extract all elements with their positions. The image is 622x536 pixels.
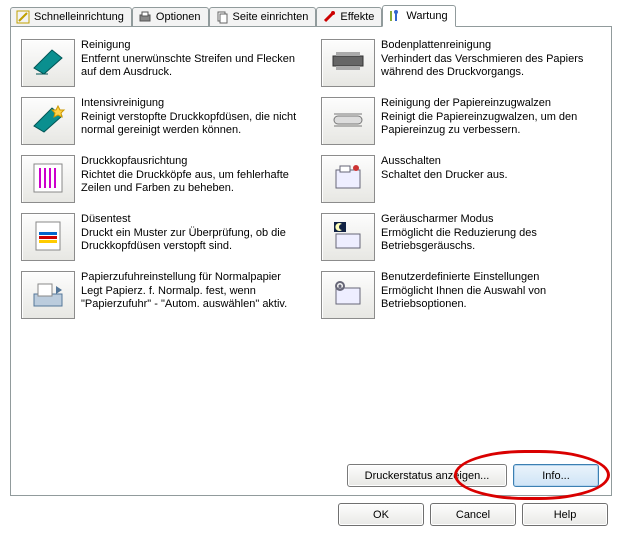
entry-title: Papierzufuhreinstellung für Normalpapier [81, 271, 301, 284]
entry-nozzle-check: Düsentest Druckt ein Muster zur Überprüf… [21, 213, 301, 261]
entry-text: Bodenplattenreinigung Verhindert das Ver… [381, 39, 601, 87]
printer-gear-icon [328, 276, 368, 315]
tab-options[interactable]: Optionen [132, 7, 209, 27]
entry-desc: Entfernt unerwünschte Streifen und Fleck… [81, 53, 301, 79]
dialog-footer: OK Cancel Help [338, 503, 608, 526]
printer-icon [138, 10, 152, 24]
roller-cleaning-button[interactable] [321, 97, 375, 145]
left-column: Reinigung Entfernt unerwünschte Streifen… [21, 39, 301, 319]
entry-title: Reinigung der Papiereinzugwalzen [381, 97, 601, 110]
entry-text: Druckkopfausrichtung Richtet die Druckkö… [81, 155, 301, 203]
cancel-button[interactable]: Cancel [430, 503, 516, 526]
info-button[interactable]: Info... [513, 464, 599, 487]
entry-desc: Schaltet den Drucker aus. [381, 169, 508, 182]
entry-title: Benutzerdefinierte Einstellungen [381, 271, 601, 284]
panel-button-row: Druckerstatus anzeigen... Info... [347, 464, 599, 487]
tab-label: Seite einrichten [233, 11, 309, 23]
tab-quick-setup[interactable]: Schnelleinrichtung [10, 7, 132, 27]
entry-roller-cleaning: Reinigung der Papiereinzugwalzen Reinigt… [321, 97, 601, 145]
deep-cleaning-button[interactable] [21, 97, 75, 145]
squeegee-shine-icon [28, 102, 68, 141]
nozzle-check-button[interactable] [21, 213, 75, 261]
entry-title: Bodenplattenreinigung [381, 39, 601, 52]
entry-text: Papierzufuhreinstellung für Normalpapier… [81, 271, 301, 319]
entry-desc: Legt Papierz. f. Normalp. fest, wenn "Pa… [81, 285, 301, 311]
entry-quiet-mode: Geräuscharmer Modus Ermöglicht die Reduz… [321, 213, 601, 261]
entry-title: Düsentest [81, 213, 301, 226]
entry-cleaning: Reinigung Entfernt unerwünschte Streifen… [21, 39, 301, 87]
test-page-icon [28, 218, 68, 257]
entry-title: Geräuscharmer Modus [381, 213, 601, 226]
tab-maintenance[interactable]: Wartung [382, 5, 455, 27]
tab-label: Schnelleinrichtung [34, 11, 124, 23]
pages-icon [215, 10, 229, 24]
tab-label: Wartung [406, 10, 447, 22]
tab-label: Effekte [340, 11, 374, 23]
power-off-button[interactable] [321, 155, 375, 203]
right-column: Bodenplattenreinigung Verhindert das Ver… [321, 39, 601, 319]
entry-text: Düsentest Druckt ein Muster zur Überprüf… [81, 213, 301, 261]
tab-label: Optionen [156, 11, 201, 23]
entry-deep-cleaning: Intensivreinigung Reinigt verstopfte Dru… [21, 97, 301, 145]
entry-custom-settings: Benutzerdefinierte Einstellungen Ermögli… [321, 271, 601, 319]
entry-text: Geräuscharmer Modus Ermöglicht die Reduz… [381, 213, 601, 261]
entry-title: Reinigung [81, 39, 301, 52]
alignment-bars-icon [28, 160, 68, 199]
bottom-plate-button[interactable] [321, 39, 375, 87]
entry-head-alignment: Druckkopfausrichtung Richtet die Druckkö… [21, 155, 301, 203]
entry-desc: Ermöglicht Ihnen die Auswahl von Betrieb… [381, 285, 601, 311]
night-printer-icon [328, 218, 368, 257]
entry-text: Reinigung Entfernt unerwünschte Streifen… [81, 39, 301, 87]
help-button[interactable]: Help [522, 503, 608, 526]
entry-text: Reinigung der Papiereinzugwalzen Reinigt… [381, 97, 601, 145]
squeegee-icon [28, 44, 68, 83]
platen-icon [328, 44, 368, 83]
printer-off-icon [328, 160, 368, 199]
wand-icon [16, 10, 30, 24]
brush-icon [322, 10, 336, 24]
roller-icon [328, 102, 368, 141]
entry-text: Benutzerdefinierte Einstellungen Ermögli… [381, 271, 601, 319]
entry-desc: Richtet die Druckköpfe aus, um fehlerhaf… [81, 169, 301, 195]
entry-desc: Reinigt verstopfte Druckkopfdüsen, die n… [81, 111, 301, 137]
entry-power-off: Ausschalten Schaltet den Drucker aus. [321, 155, 601, 203]
entry-text: Ausschalten Schaltet den Drucker aus. [381, 155, 508, 203]
maintenance-columns: Reinigung Entfernt unerwünschte Streifen… [21, 39, 601, 319]
printer-properties-dialog: Schnelleinrichtung Optionen Seite einric… [4, 4, 618, 532]
entry-desc: Verhindert das Verschmieren des Papiers … [381, 53, 601, 79]
paper-tray-icon [28, 276, 68, 315]
tab-page-setup[interactable]: Seite einrichten [209, 7, 317, 27]
entry-title: Intensivreinigung [81, 97, 301, 110]
quiet-mode-button[interactable] [321, 213, 375, 261]
entry-text: Intensivreinigung Reinigt verstopfte Dru… [81, 97, 301, 145]
maintenance-panel: Reinigung Entfernt unerwünschte Streifen… [10, 26, 612, 496]
entry-title: Druckkopfausrichtung [81, 155, 301, 168]
entry-desc: Druckt ein Muster zur Überprüfung, ob di… [81, 227, 301, 253]
tools-icon [388, 9, 402, 23]
entry-desc: Reinigt die Papiereinzugwalzen, um den P… [381, 111, 601, 137]
tab-effects[interactable]: Effekte [316, 7, 382, 27]
entry-title: Ausschalten [381, 155, 508, 168]
printer-status-button[interactable]: Druckerstatus anzeigen... [347, 464, 507, 487]
entry-desc: Ermöglicht die Reduzierung des Betriebsg… [381, 227, 601, 253]
cleaning-button[interactable] [21, 39, 75, 87]
entry-bottom-plate: Bodenplattenreinigung Verhindert das Ver… [321, 39, 601, 87]
ok-button[interactable]: OK [338, 503, 424, 526]
head-alignment-button[interactable] [21, 155, 75, 203]
paper-source-button[interactable] [21, 271, 75, 319]
entry-paper-source: Papierzufuhreinstellung für Normalpapier… [21, 271, 301, 319]
tab-strip: Schnelleinrichtung Optionen Seite einric… [4, 4, 618, 26]
custom-settings-button[interactable] [321, 271, 375, 319]
